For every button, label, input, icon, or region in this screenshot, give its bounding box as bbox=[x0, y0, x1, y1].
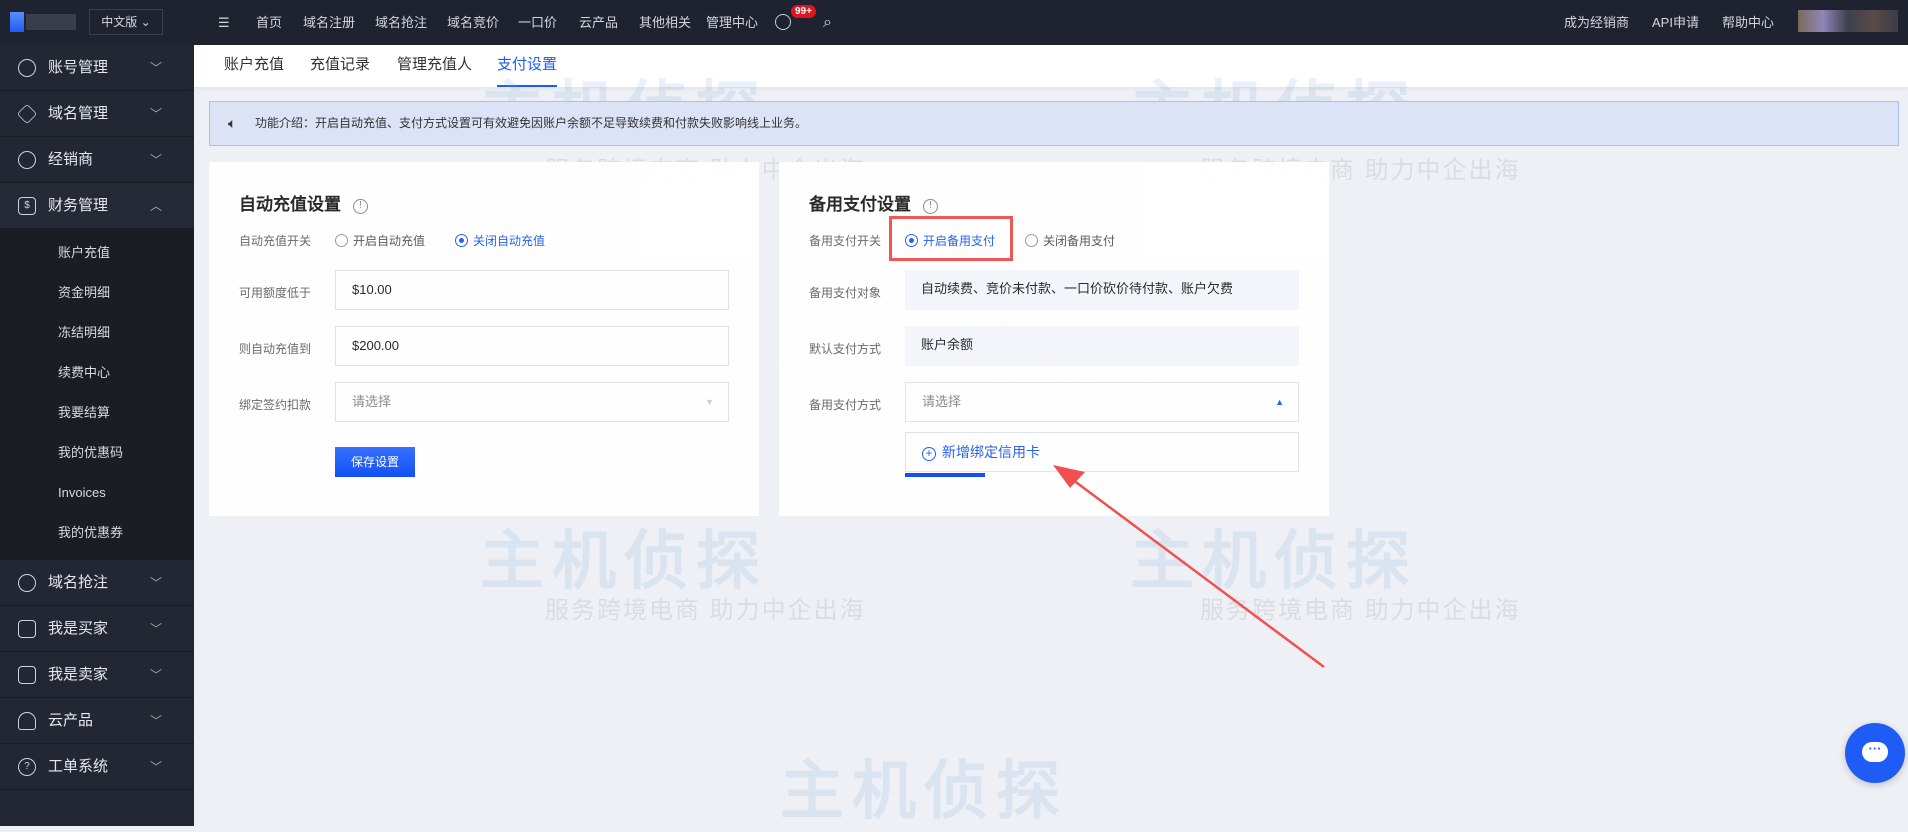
arrow-line bbox=[1064, 472, 1325, 669]
chat-button[interactable]: ··· bbox=[1845, 723, 1905, 783]
annotation-arrow bbox=[1053, 465, 1325, 669]
chat-bubble-icon: ··· bbox=[1862, 742, 1888, 762]
